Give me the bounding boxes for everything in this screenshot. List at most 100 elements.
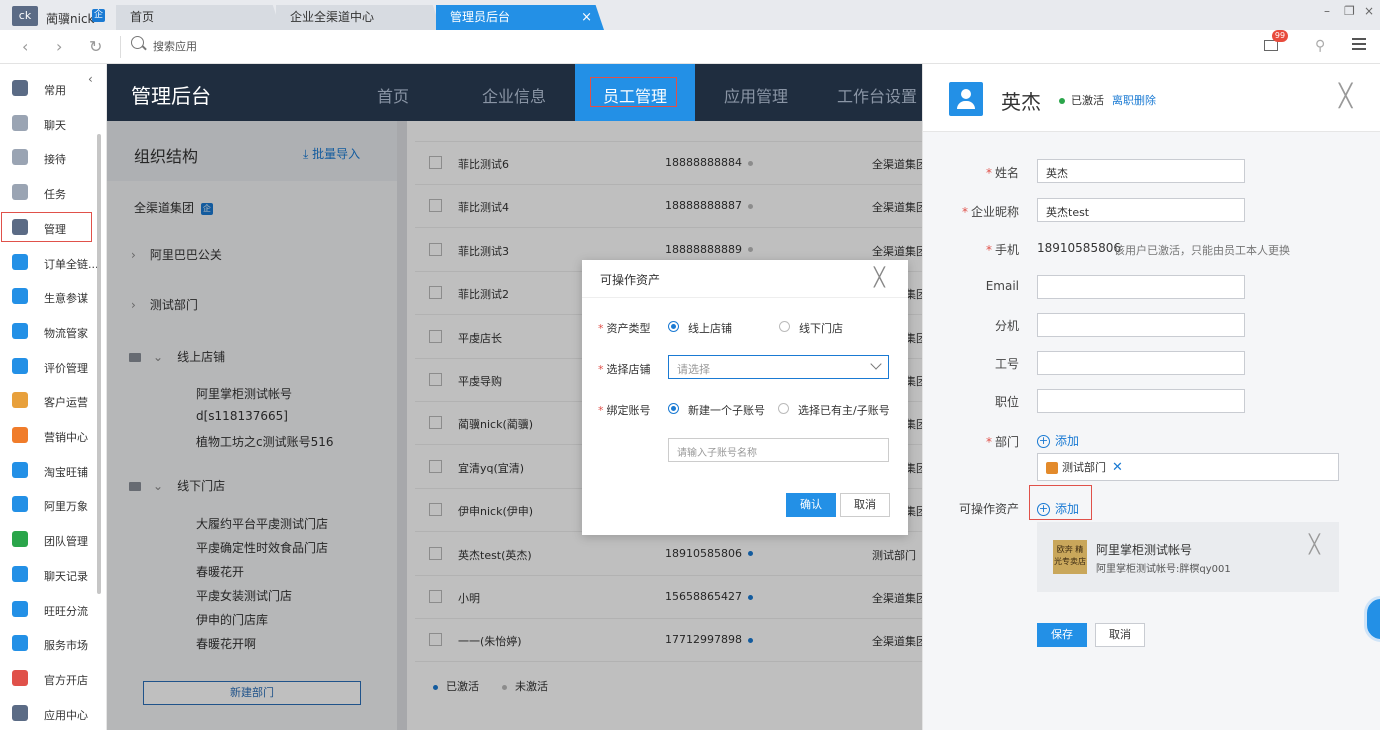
sidebar-item[interactable]: 客户运营: [0, 386, 107, 416]
sidebar-item[interactable]: 接待: [0, 143, 107, 173]
sidebar-item[interactable]: 订单全链...: [0, 248, 107, 278]
business-icon: [12, 288, 28, 305]
extension-field[interactable]: [1037, 313, 1245, 337]
sidebar-item-label: 营销中心: [44, 431, 88, 444]
radio-existing-account[interactable]: [778, 403, 789, 414]
dept-icon: [1046, 462, 1058, 474]
sidebar-item-label: 生意参谋: [44, 292, 88, 306]
dept-tags-box: 测试部门 ✕: [1037, 453, 1339, 481]
sidebar-item[interactable]: 常用: [0, 74, 107, 104]
sidebar-item[interactable]: 淘宝旺铺: [0, 456, 107, 486]
app-search[interactable]: 搜索应用: [120, 36, 197, 58]
dept-tag-label: 测试部门: [1062, 461, 1106, 474]
sidebar-item[interactable]: 物流管家: [0, 317, 107, 347]
sidebar-item-label: 聊天: [44, 118, 66, 132]
cancel-button[interactable]: 取消: [840, 493, 890, 517]
position-label: 职位: [994, 395, 1019, 409]
tab-admin[interactable]: 管理员后台 ×: [436, 5, 604, 30]
marketing-icon: [12, 427, 28, 443]
close-icon[interactable]: ╳: [1339, 84, 1352, 109]
radio-online-store[interactable]: [668, 321, 679, 332]
sidebar-item-label: 接待: [44, 153, 66, 167]
reception-icon: [12, 149, 28, 166]
sidebar-item[interactable]: 任务: [0, 178, 107, 208]
radio-online-label: 线上店铺: [688, 322, 732, 335]
user-avatar[interactable]: ck: [12, 6, 38, 26]
cancel-button[interactable]: 取消: [1095, 623, 1145, 647]
sidebar-item[interactable]: 聊天记录: [0, 560, 107, 590]
job-number-field[interactable]: [1037, 351, 1245, 375]
sidebar-item[interactable]: 聊天: [0, 109, 107, 139]
confirm-button[interactable]: 确认: [786, 493, 836, 517]
order-icon: [12, 253, 28, 270]
pin-icon[interactable]: ⚲: [1315, 38, 1325, 54]
browser-nav-bar: ‹ › ↻ 搜索应用 99 ⚲: [0, 30, 1380, 64]
chat-log-icon: [12, 565, 28, 582]
close-icon[interactable]: ╳: [874, 267, 885, 288]
close-icon[interactable]: ×: [581, 5, 592, 30]
sidebar-item[interactable]: 生意参谋: [0, 282, 107, 312]
refresh-icon[interactable]: ↻: [89, 37, 102, 56]
employee-status: 已激活 离职删除: [1059, 92, 1156, 108]
radio-new-subaccount-label: 新建一个子账号: [688, 404, 765, 417]
sidebar-item[interactable]: 应用中心: [0, 699, 107, 729]
store-logo: 欧奔 精光专卖店: [1053, 540, 1087, 574]
radio-new-subaccount[interactable]: [668, 403, 679, 414]
back-icon[interactable]: ‹: [22, 37, 28, 56]
sidebar-item-label: 团队管理: [44, 535, 88, 549]
dept-label-text: 部门: [994, 435, 1019, 449]
save-button[interactable]: 保存: [1037, 623, 1087, 647]
required-mark: *: [985, 435, 992, 449]
menu-icon[interactable]: [1352, 38, 1366, 50]
remove-asset-icon[interactable]: ╳: [1309, 534, 1320, 555]
search-input[interactable]: 搜索应用: [153, 38, 197, 54]
subaccount-name-input[interactable]: 请输入子账号名称: [668, 438, 889, 462]
nickname-field[interactable]: 英杰test: [1037, 198, 1245, 222]
shop-icon: [12, 461, 28, 478]
list-icon: [12, 80, 28, 96]
sidebar-item[interactable]: 服务市场: [0, 629, 107, 659]
add-dept-button[interactable]: + 添加: [1037, 432, 1079, 449]
name-field[interactable]: 英杰: [1037, 159, 1245, 183]
required-mark: *: [985, 166, 992, 180]
email-field[interactable]: [1037, 275, 1245, 299]
required-mark: *: [985, 243, 992, 257]
chevron-down-icon: [870, 358, 882, 370]
maximize-icon[interactable]: ❐: [1344, 4, 1355, 18]
window-tab-bar: ck 蔺骥nick 企 首页 企业全渠道中心 管理员后台 × – ❐ ×: [0, 0, 1380, 30]
active-dot-icon: [1059, 98, 1065, 104]
user-name[interactable]: 蔺骥nick: [46, 10, 95, 27]
sidebar-item[interactable]: 旺旺分流: [0, 595, 107, 625]
resign-delete-link[interactable]: 离职删除: [1112, 94, 1156, 107]
sidebar-item[interactable]: 营销中心: [0, 421, 107, 451]
market-icon: [12, 635, 28, 652]
sidebar-item[interactable]: 阿里万象: [0, 490, 107, 520]
sidebar-item[interactable]: 团队管理: [0, 525, 107, 555]
chat-icon: [12, 114, 28, 131]
sidebar-item-label: 淘宝旺铺: [44, 465, 88, 479]
app-center-icon: [12, 704, 28, 721]
sidebar-item-label: 任务: [44, 188, 66, 202]
asset-modal: 可操作资产 ╳ * 资产类型 线上店铺 线下门店 * 选择店铺 请选择 * 绑定账号 …: [582, 260, 908, 535]
remove-tag-icon[interactable]: ✕: [1112, 460, 1123, 475]
admin-nav-home[interactable]: 首页: [377, 83, 409, 107]
tab-home[interactable]: 首页: [116, 5, 281, 30]
window-close-icon[interactable]: ×: [1364, 4, 1374, 18]
floating-assistant-button[interactable]: [1364, 596, 1380, 642]
store-select[interactable]: 请选择: [668, 355, 889, 379]
sidebar-item[interactable]: 官方开店: [0, 664, 107, 694]
tab-channel-center[interactable]: 企业全渠道中心: [276, 5, 441, 30]
position-field[interactable]: [1037, 389, 1245, 413]
sidebar-scrollbar[interactable]: [97, 134, 101, 594]
sidebar-item[interactable]: 评价管理: [0, 352, 107, 382]
user-avatar-icon: [949, 82, 983, 116]
minimize-icon[interactable]: –: [1324, 4, 1330, 18]
radio-offline-store[interactable]: [779, 321, 790, 332]
split-icon: [12, 600, 28, 617]
sidebar-item-label: 聊天记录: [44, 569, 88, 583]
email-label: Email: [985, 279, 1019, 293]
required-mark: *: [961, 205, 968, 219]
enterprise-badge-icon: 企: [92, 9, 105, 22]
forward-icon[interactable]: ›: [56, 37, 62, 56]
radio-existing-account-label: 选择已有主/子账号: [798, 404, 890, 417]
